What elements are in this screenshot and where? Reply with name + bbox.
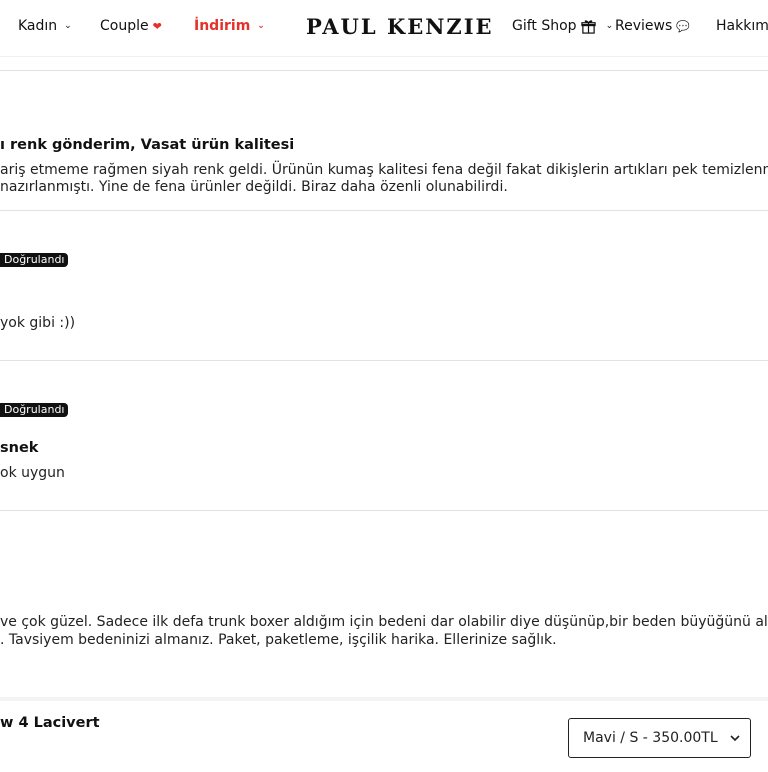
reviews-list: ı renk gönderim, Vasat ürün kalitesi ari… bbox=[0, 57, 768, 697]
variant-value: Mavi / S - 350.00TL bbox=[583, 730, 718, 746]
divider bbox=[0, 360, 768, 361]
variant-select[interactable]: Mavi / S - 350.00TL bbox=[568, 718, 751, 758]
nav-item-kadin[interactable]: Kadın ⌄ bbox=[18, 18, 72, 34]
nav-item-indirim[interactable]: İndirim ⌄ bbox=[194, 18, 265, 34]
speech-bubble-icon: 💬 bbox=[676, 19, 690, 33]
review-body-line: . Tavsiyem bedeninizi almanız. Paket, pa… bbox=[0, 632, 557, 648]
nav-item-reviews[interactable]: Reviews 💬 bbox=[615, 18, 690, 34]
nav-label: Hakkım bbox=[716, 18, 768, 34]
nav-label: Gift Shop bbox=[512, 18, 577, 34]
product-name: w 4 Lacivert bbox=[0, 715, 100, 731]
review-title: ı renk gönderim, Vasat ürün kalitesi bbox=[0, 137, 295, 153]
chevron-down-icon: ⌄ bbox=[64, 21, 72, 31]
nav-label: Kadın bbox=[18, 18, 58, 34]
sticky-add-to-cart-bar: w 4 Lacivert Mavi / S - 350.00TL bbox=[0, 697, 768, 772]
nav-item-hakkimizda[interactable]: Hakkım bbox=[716, 18, 768, 34]
gift-icon bbox=[580, 19, 596, 34]
chevron-down-icon: ⌄ bbox=[257, 21, 265, 31]
review-body-line: ve çok güzel. Sadece ilk defa trunk boxe… bbox=[0, 614, 768, 630]
review-body-line: ariş etmeme rağmen siyah renk geldi. Ürü… bbox=[0, 162, 768, 178]
chevron-down-icon bbox=[730, 734, 740, 742]
review-title: snek bbox=[0, 440, 39, 456]
heart-icon: ❤ bbox=[152, 19, 162, 33]
verified-badge: Doğrulandı bbox=[0, 403, 69, 417]
brand-logo[interactable]: PAUL KENZIE bbox=[306, 14, 494, 39]
nav-item-gift-shop[interactable]: Gift Shop ⌄ bbox=[512, 18, 613, 34]
verified-badge: Doğrulandı bbox=[0, 253, 69, 267]
nav-label: İndirim bbox=[194, 18, 251, 34]
nav-item-couple[interactable]: Couple ❤ bbox=[100, 18, 162, 34]
review-body-line: ok uygun bbox=[0, 465, 65, 481]
chevron-down-icon: ⌄ bbox=[605, 21, 614, 31]
review-body-line: nazırlanmıştı. Yine de fena ürünler deği… bbox=[0, 179, 508, 195]
divider bbox=[0, 510, 768, 511]
nav-label: Reviews bbox=[615, 18, 673, 34]
review-body-line: yok gibi :)) bbox=[0, 315, 76, 331]
nav-label: Couple bbox=[100, 18, 149, 34]
divider bbox=[0, 70, 768, 71]
divider bbox=[0, 210, 768, 211]
site-header: Kadın ⌄ Couple ❤ İndirim ⌄ PAUL KENZIE G… bbox=[0, 0, 768, 57]
